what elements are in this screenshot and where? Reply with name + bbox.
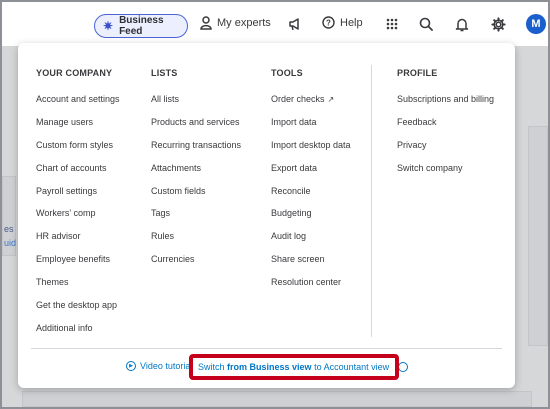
menu-item-workers-comp[interactable]: Workers' comp: [36, 207, 120, 230]
sparkle-icon: ✷: [103, 19, 114, 33]
menu-item-export-data[interactable]: Export data: [271, 162, 351, 185]
order-checks-label: Order checks: [271, 94, 325, 104]
person-icon: [200, 16, 212, 30]
menu-item-hr-advisor[interactable]: HR advisor: [36, 230, 120, 253]
menu-item-budgeting[interactable]: Budgeting: [271, 207, 351, 230]
background-card: [22, 391, 532, 407]
menu-item-all-lists[interactable]: All lists: [151, 93, 241, 116]
footer-divider: [31, 348, 502, 349]
menu-item-tags[interactable]: Tags: [151, 207, 241, 230]
profile-column: PROFILE Subscriptions and billing Feedba…: [397, 68, 494, 185]
background-card: [528, 126, 548, 346]
megaphone-icon[interactable]: [285, 14, 305, 34]
your-company-heading: YOUR COMPANY: [36, 68, 113, 78]
gear-icon[interactable]: [488, 14, 508, 34]
top-bar: ✷ Business Feed My experts ? Help M: [2, 2, 548, 46]
search-icon[interactable]: [416, 14, 436, 34]
business-feed-button[interactable]: ✷ Business Feed: [94, 14, 188, 38]
my-experts-button[interactable]: My experts: [200, 16, 271, 30]
your-company-column: YOUR COMPANY Account and settings Manage…: [36, 68, 120, 345]
menu-item-custom-form-styles[interactable]: Custom form styles: [36, 139, 120, 162]
menu-item-import-desktop-data[interactable]: Import desktop data: [271, 139, 351, 162]
menu-item-rules[interactable]: Rules: [151, 230, 241, 253]
tools-column: TOOLS Order checks ↗ Import data Import d…: [271, 68, 351, 299]
menu-item-additional-info[interactable]: Additional info: [36, 322, 120, 345]
profile-heading: PROFILE: [397, 68, 438, 78]
video-tutorials-link[interactable]: ▶ Video tutoria: [126, 361, 190, 371]
settings-menu: YOUR COMPANY Account and settings Manage…: [18, 43, 515, 388]
menu-item-privacy[interactable]: Privacy: [397, 139, 494, 162]
external-link-icon: ↗: [327, 95, 335, 104]
business-feed-label: Business Feed: [119, 15, 164, 37]
menu-item-employee-benefits[interactable]: Employee benefits: [36, 253, 120, 276]
lists-heading: LISTS: [151, 68, 178, 78]
switch-view-link[interactable]: Switch from Business view to Accountant …: [189, 354, 399, 380]
menu-item-get-desktop-app[interactable]: Get the desktop app: [36, 299, 120, 322]
apps-grid-icon[interactable]: [382, 14, 402, 34]
menu-item-themes[interactable]: Themes: [36, 276, 120, 299]
avatar[interactable]: M: [526, 14, 546, 34]
menu-item-switch-company[interactable]: Switch company: [397, 162, 494, 185]
menu-item-resolution-center[interactable]: Resolution center: [271, 276, 351, 299]
my-experts-label: My experts: [217, 17, 271, 29]
menu-item-feedback[interactable]: Feedback: [397, 116, 494, 139]
menu-item-import-data[interactable]: Import data: [271, 116, 351, 139]
menu-item-payroll-settings[interactable]: Payroll settings: [36, 185, 120, 208]
menu-item-recurring-transactions[interactable]: Recurring transactions: [151, 139, 241, 162]
menu-item-account-and-settings[interactable]: Account and settings: [36, 93, 120, 116]
menu-item-manage-users[interactable]: Manage users: [36, 116, 120, 139]
menu-item-reconcile[interactable]: Reconcile: [271, 185, 351, 208]
switch-bold: from Business view: [227, 362, 312, 372]
switch-prefix: Switch: [198, 362, 225, 372]
bell-icon[interactable]: [452, 14, 472, 34]
play-icon: ▶: [126, 361, 136, 371]
menu-item-currencies[interactable]: Currencies: [151, 253, 241, 276]
help-label: Help: [340, 16, 363, 29]
help-button[interactable]: ? Help: [322, 16, 363, 29]
tools-heading: TOOLS: [271, 68, 303, 78]
menu-item-products-and-services[interactable]: Products and services: [151, 116, 241, 139]
lists-column: LISTS All lists Products and services Re…: [151, 68, 241, 276]
menu-item-custom-fields[interactable]: Custom fields: [151, 185, 241, 208]
svg-text:?: ?: [326, 18, 331, 27]
info-icon: [398, 362, 408, 372]
menu-item-share-screen[interactable]: Share screen: [271, 253, 351, 276]
help-icon: ?: [322, 16, 335, 29]
background-text: es: [4, 224, 14, 234]
menu-item-audit-log[interactable]: Audit log: [271, 230, 351, 253]
video-tutorials-label: Video tutoria: [140, 361, 191, 371]
switch-suffix: to Accountant view: [314, 362, 390, 372]
menu-item-attachments[interactable]: Attachments: [151, 162, 241, 185]
background-link: uid: [4, 238, 17, 248]
menu-item-chart-of-accounts[interactable]: Chart of accounts: [36, 162, 120, 185]
column-divider: [371, 65, 372, 337]
menu-item-order-checks[interactable]: Order checks ↗: [271, 93, 351, 116]
menu-item-subscriptions-and-billing[interactable]: Subscriptions and billing: [397, 93, 494, 116]
